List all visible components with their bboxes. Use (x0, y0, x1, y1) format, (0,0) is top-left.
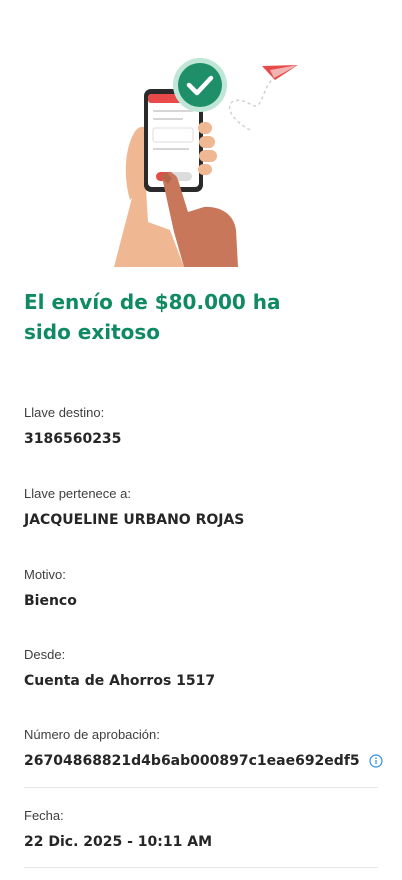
field-llave-pertenece: Llave pertenece a: JACQUELINE URBANO ROJ… (24, 486, 378, 529)
field-motivo: Motivo: Bienco (24, 567, 378, 610)
field-label: Llave destino: (24, 405, 105, 420)
field-label: Motivo: (24, 567, 66, 582)
field-value: 26704868821d4b6ab000897c1eae692edf5 (24, 753, 360, 769)
field-numero-aprobacion: Número de aprobación: 26704868821d4b6ab0… (24, 727, 383, 770)
field-fecha: Fecha: 22 Dic. 2025 - 10:11 AM (24, 808, 378, 851)
info-icon[interactable] (369, 754, 383, 768)
field-label: Desde: (24, 647, 66, 662)
divider (24, 787, 378, 788)
field-value: 3186560235 (24, 431, 122, 447)
field-llave-destino: Llave destino: 3186560235 (24, 405, 378, 448)
field-value: Cuenta de Ahorros 1517 (24, 673, 216, 689)
field-value: Bienco (24, 593, 77, 609)
flight-path (229, 73, 281, 131)
divider (24, 867, 378, 868)
field-value: 22 Dic. 2025 - 10:11 AM (24, 834, 212, 850)
field-value: JACQUELINE URBANO ROJAS (24, 512, 245, 528)
field-desde: Desde: Cuenta de Ahorros 1517 (24, 647, 378, 690)
success-title: El envío de $80.000 ha sido exitoso (24, 290, 281, 344)
field-label: Llave pertenece a: (24, 486, 131, 501)
field-label: Fecha: (24, 808, 64, 823)
success-check-icon (173, 58, 227, 112)
field-label: Número de aprobación: (24, 727, 160, 742)
paper-plane-icon (262, 65, 298, 80)
success-illustration (114, 58, 298, 267)
